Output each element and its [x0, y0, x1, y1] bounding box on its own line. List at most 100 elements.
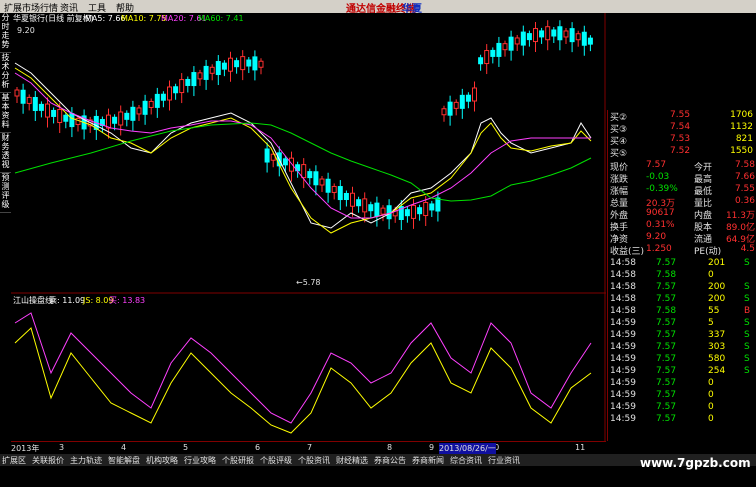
candle-body: [185, 78, 191, 86]
stock-name: 华夏银行(日线 前复权): [13, 13, 94, 23]
stat-value: -0.39%: [646, 184, 678, 194]
candle-body: [331, 185, 337, 193]
tick-side: S: [744, 354, 750, 364]
tick-price: 7.57: [656, 390, 677, 400]
tick-side: S: [744, 282, 750, 292]
bottom-tab[interactable]: 个股评级: [260, 455, 292, 466]
tick-volume: 580: [708, 354, 726, 364]
candle-body: [502, 43, 508, 51]
quote-price: 7.55: [670, 110, 691, 120]
candle-body: [478, 57, 484, 65]
candle-body: [496, 42, 502, 57]
date-label: 3: [59, 443, 65, 452]
ma5-label: MA5: 7.66: [85, 14, 126, 23]
quote-volume: 821: [735, 134, 753, 144]
date-label: 9: [429, 443, 435, 452]
bottom-tab[interactable]: 行业攻略: [184, 455, 216, 466]
indicator-v3: 买: 13.83: [109, 296, 145, 305]
tick-side: S: [744, 258, 750, 268]
indicator-v1: 乘: 11.09: [49, 295, 85, 305]
tick-time: 14:58: [610, 306, 636, 316]
bottom-tab[interactable]: 财经精选: [336, 455, 368, 466]
vtab-finance[interactable]: 财务透视: [0, 133, 11, 173]
candle-body: [490, 49, 496, 57]
stat-value-2: 7.66: [734, 172, 755, 182]
candle-body: [465, 94, 471, 102]
candle-body: [581, 31, 587, 46]
candle-body: [587, 37, 593, 45]
tick-time: 14:58: [610, 294, 636, 304]
candle-body: [526, 33, 532, 41]
candle-body: [435, 197, 441, 212]
date-bar: 2013年3456789102013/08/26/一11: [11, 441, 606, 454]
bottom-tab[interactable]: 关联报价: [32, 455, 64, 466]
candle-body: [130, 106, 136, 121]
tick-volume: 254: [708, 366, 726, 376]
tick-time: 14:59: [610, 378, 636, 388]
tick-price: 7.57: [656, 342, 677, 352]
candle-body: [179, 79, 185, 94]
bottom-tab[interactable]: 券商公告: [374, 455, 406, 466]
quote-volume: 1706: [730, 110, 753, 120]
bottom-tab[interactable]: 个股研报: [222, 455, 254, 466]
candle-body: [112, 116, 118, 124]
date-label: 2013/08/26/一: [439, 443, 496, 454]
tick-volume: 337: [708, 330, 726, 340]
candle-body: [197, 72, 203, 80]
vtab-timeshare[interactable]: 分时走势: [0, 13, 11, 53]
bottom-tab[interactable]: 券商新闻: [412, 455, 444, 466]
stat-value: 90617: [646, 208, 675, 218]
candle-body: [380, 207, 386, 215]
candle-body: [356, 199, 362, 207]
candle-body: [203, 65, 209, 80]
tick-side: S: [744, 366, 750, 376]
quote-row[interactable]: 买⑤ 7.52 1550: [608, 146, 756, 159]
candle-body: [234, 60, 240, 68]
ma60-label: MA60: 7.41: [198, 14, 244, 23]
tick-price: 7.57: [656, 282, 677, 292]
candle-body: [45, 103, 50, 118]
candle-body: [301, 164, 307, 179]
bottom-tab[interactable]: 综合资讯: [450, 455, 482, 466]
candle-body: [368, 204, 374, 212]
tick-price: 7.58: [656, 306, 677, 316]
stat-label: 收益(三): [610, 247, 645, 257]
tick-volume: 201: [708, 258, 726, 268]
vtab-technical[interactable]: 技术分析: [0, 53, 11, 93]
candle-body: [423, 202, 429, 217]
candle-body: [38, 103, 44, 111]
vtab-basic[interactable]: 基本资料: [0, 93, 11, 133]
tick-volume: 0: [708, 402, 714, 412]
bottom-tab[interactable]: 机构攻略: [146, 455, 178, 466]
candle-body: [569, 28, 575, 43]
bottom-tab[interactable]: 个股资讯: [298, 455, 330, 466]
tick-volume: 200: [708, 294, 726, 304]
bottom-tab[interactable]: 智能解盘: [108, 455, 140, 466]
candle-body: [337, 186, 343, 201]
candle-body: [142, 100, 148, 115]
candle-body: [508, 36, 514, 51]
tick-side: S: [744, 330, 750, 340]
tick-price: 7.57: [656, 402, 677, 412]
date-label: 5: [183, 443, 189, 452]
candle-body: [386, 205, 392, 220]
candle-body: [539, 30, 545, 38]
candle-body: [441, 108, 447, 116]
kline-chart[interactable]: 华夏银行(日线 前复权) MA5: 7.66 MA10: 7.75 MA20: …: [11, 13, 606, 441]
tick-time: 14:58: [610, 258, 636, 268]
bottom-tab[interactable]: 扩展区: [2, 455, 26, 466]
stat-value-2: 7.55: [734, 184, 755, 194]
tick-price: 7.57: [656, 414, 677, 424]
tick-price: 7.57: [656, 378, 677, 388]
tick-price: 7.58: [656, 270, 677, 280]
tick-volume: 200: [708, 282, 726, 292]
date-label: 4: [121, 443, 127, 452]
vtab-rating[interactable]: 预测评级: [0, 173, 11, 213]
bottom-tab[interactable]: 主力轨迹: [70, 455, 102, 466]
candle-body: [228, 57, 233, 72]
tick-volume: 55: [708, 306, 720, 316]
tick-volume: 0: [708, 414, 714, 424]
candle-body: [551, 29, 557, 37]
stat-value-2: 0.36: [734, 196, 755, 206]
bottom-tab[interactable]: 行业资讯: [488, 455, 520, 466]
